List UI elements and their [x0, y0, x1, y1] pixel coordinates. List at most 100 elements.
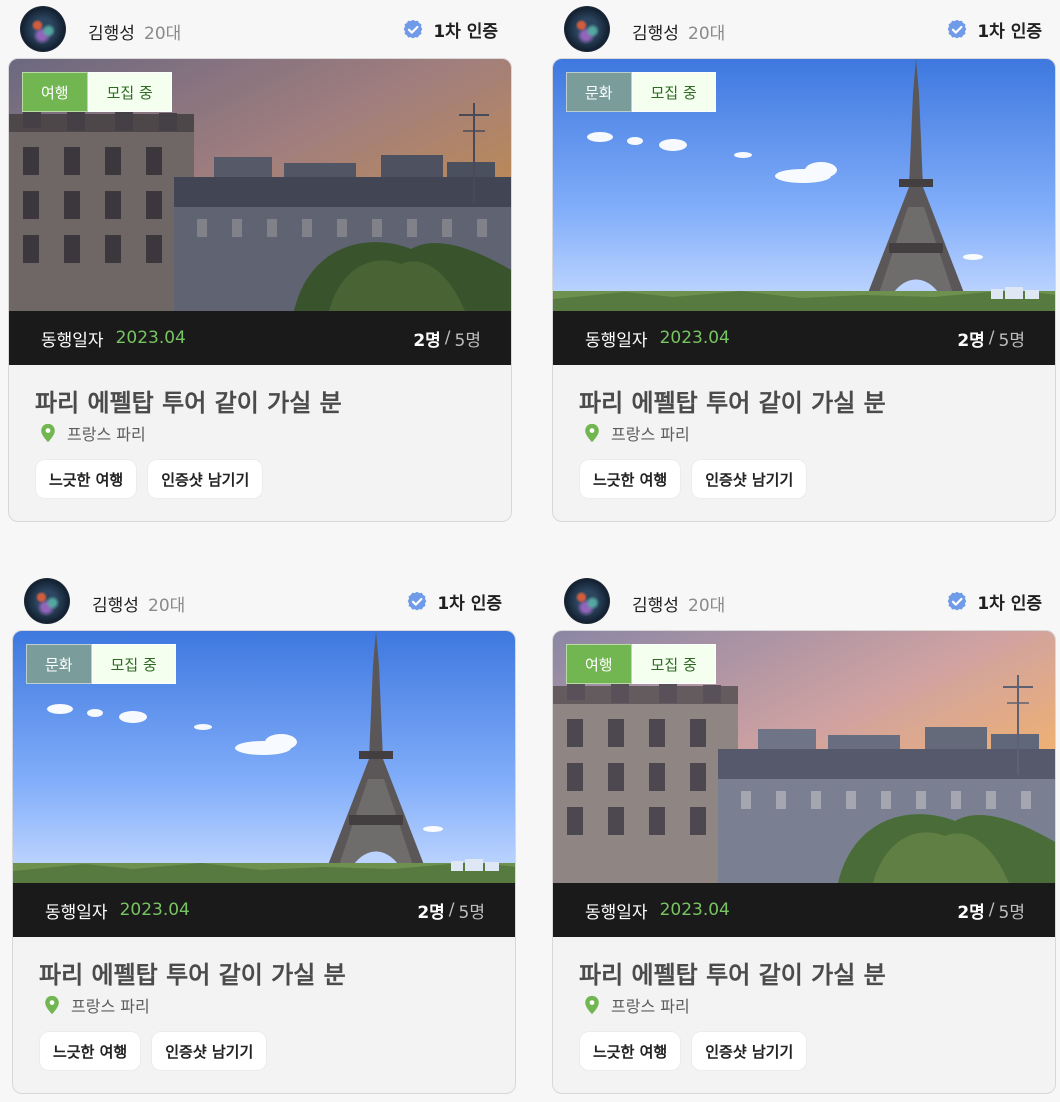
tag-chip[interactable]: 인증샷 남기기: [147, 459, 264, 499]
post-title: 파리 에펠탑 투어 같이 가실 분: [579, 389, 886, 417]
date-label: 동행일자: [585, 902, 648, 923]
date-value: 2023.04: [659, 328, 730, 348]
author-age: 20대: [688, 596, 726, 616]
verified-badge-icon: [404, 19, 423, 38]
recruiting-status: 모집 중: [87, 72, 172, 112]
travel-info-bar: 동행일자 2023.04 2명 / 5명: [553, 311, 1055, 365]
photo-tags: 여행 모집 중: [22, 72, 172, 112]
participants-separator: /: [988, 900, 995, 920]
tag-chip[interactable]: 느긋한 여행: [35, 459, 138, 499]
author-name: 김행성: [88, 24, 135, 44]
author-name: 김행성: [92, 596, 139, 616]
author-age: 20대: [144, 24, 182, 44]
category-tag: 여행: [566, 644, 632, 684]
trip-photo: 문화 모집 중: [13, 631, 515, 883]
location: 프랑스 파리: [581, 421, 690, 445]
category-tag: 문화: [26, 644, 92, 684]
verification-label: 1차 인증: [977, 594, 1042, 614]
avatar[interactable]: [564, 6, 610, 52]
max-participants: 5명: [458, 902, 485, 923]
recruiting-status: 모집 중: [91, 644, 176, 684]
verification-badge: 1차 인증: [945, 589, 1042, 614]
participants-count: 2명 / 5명: [413, 326, 481, 351]
trip-photo: 여행 모집 중: [553, 631, 1055, 883]
author-age: 20대: [688, 24, 726, 44]
current-participants: 2명: [957, 330, 985, 351]
participants-separator: /: [444, 328, 451, 348]
post-title: 파리 에펠탑 투어 같이 가실 분: [39, 961, 346, 989]
post-title: 파리 에펠탑 투어 같이 가실 분: [579, 961, 886, 989]
recruit-card-1[interactable]: 김행성 20대 1차 인증 문화 모집 중 동행일자 2023.04 2명 / …: [552, 0, 1056, 522]
trip-photo: 여행 모집 중: [9, 59, 511, 311]
location-pin-icon: [41, 423, 55, 443]
date-value: 2023.04: [659, 900, 730, 920]
tag-chip[interactable]: 느긋한 여행: [39, 1031, 142, 1071]
location-pin-icon: [585, 995, 599, 1015]
verification-label: 1차 인증: [977, 22, 1042, 42]
author-row: 김행성 20대 1차 인증: [12, 572, 516, 630]
hashtags: 느긋한 여행 인증샷 남기기: [35, 459, 264, 499]
current-participants: 2명: [957, 902, 985, 923]
location-text: 프랑스 파리: [611, 425, 690, 444]
author-row: 김행성 20대 1차 인증: [552, 572, 1056, 630]
verification-badge: 1차 인증: [405, 589, 502, 614]
participants-separator: /: [988, 328, 995, 348]
location: 프랑스 파리: [41, 993, 150, 1017]
verification-badge: 1차 인증: [401, 17, 498, 42]
tag-chip[interactable]: 인증샷 남기기: [691, 1031, 808, 1071]
location: 프랑스 파리: [581, 993, 690, 1017]
travel-date: 동행일자 2023.04: [585, 326, 730, 351]
avatar[interactable]: [20, 6, 66, 52]
travel-info-bar: 동행일자 2023.04 2명 / 5명: [13, 883, 515, 937]
tag-chip[interactable]: 느긋한 여행: [579, 1031, 682, 1071]
participants-count: 2명 / 5명: [957, 898, 1025, 923]
photo-tags: 여행 모집 중: [566, 644, 716, 684]
participants-count: 2명 / 5명: [957, 326, 1025, 351]
hashtags: 느긋한 여행 인증샷 남기기: [39, 1031, 268, 1071]
max-participants: 5명: [454, 330, 481, 351]
author-age: 20대: [148, 596, 186, 616]
recruit-card[interactable]: 여행 모집 중 동행일자 2023.04 2명 / 5명 파리 에펠탑 투어 같…: [552, 630, 1056, 1094]
location-text: 프랑스 파리: [67, 425, 146, 444]
date-label: 동행일자: [585, 330, 648, 351]
travel-date: 동행일자 2023.04: [585, 898, 730, 923]
category-tag: 문화: [566, 72, 632, 112]
hashtags: 느긋한 여행 인증샷 남기기: [579, 459, 808, 499]
verified-badge-icon: [948, 19, 967, 38]
tag-chip[interactable]: 인증샷 남기기: [691, 459, 808, 499]
recruit-card-2[interactable]: 김행성 20대 1차 인증 문화 모집 중 동행일자 2023.04 2명 / …: [12, 572, 516, 1094]
location-pin-icon: [585, 423, 599, 443]
tag-chip[interactable]: 느긋한 여행: [579, 459, 682, 499]
author-name: 김행성: [632, 24, 679, 44]
current-participants: 2명: [413, 330, 441, 351]
date-value: 2023.04: [119, 900, 190, 920]
location-text: 프랑스 파리: [71, 997, 150, 1016]
location-pin-icon: [45, 995, 59, 1015]
current-participants: 2명: [417, 902, 445, 923]
trip-photo: 문화 모집 중: [553, 59, 1055, 311]
recruit-card[interactable]: 여행 모집 중 동행일자 2023.04 2명 / 5명 파리 에펠탑 투어 같…: [8, 58, 512, 522]
photo-tags: 문화 모집 중: [26, 644, 176, 684]
travel-date: 동행일자 2023.04: [45, 898, 190, 923]
max-participants: 5명: [998, 330, 1025, 351]
verification-label: 1차 인증: [433, 22, 498, 42]
recruit-card-0[interactable]: 김행성 20대 1차 인증 여행 모집 중 동행일자 2023.04 2명 / …: [8, 0, 512, 522]
avatar[interactable]: [24, 578, 70, 624]
verification-label: 1차 인증: [437, 594, 502, 614]
participants-separator: /: [448, 900, 455, 920]
travel-info-bar: 동행일자 2023.04 2명 / 5명: [9, 311, 511, 365]
recruit-card-3[interactable]: 김행성 20대 1차 인증 여행 모집 중 동행일자 2023.04 2명 / …: [552, 572, 1056, 1094]
max-participants: 5명: [998, 902, 1025, 923]
recruit-card[interactable]: 문화 모집 중 동행일자 2023.04 2명 / 5명 파리 에펠탑 투어 같…: [552, 58, 1056, 522]
recruit-card[interactable]: 문화 모집 중 동행일자 2023.04 2명 / 5명 파리 에펠탑 투어 같…: [12, 630, 516, 1094]
date-label: 동행일자: [45, 902, 108, 923]
date-label: 동행일자: [41, 330, 104, 351]
avatar[interactable]: [564, 578, 610, 624]
recruiting-status: 모집 중: [631, 72, 716, 112]
category-tag: 여행: [22, 72, 88, 112]
recruiting-status: 모집 중: [631, 644, 716, 684]
travel-date: 동행일자 2023.04: [41, 326, 186, 351]
post-title: 파리 에펠탑 투어 같이 가실 분: [35, 389, 342, 417]
tag-chip[interactable]: 인증샷 남기기: [151, 1031, 268, 1071]
photo-tags: 문화 모집 중: [566, 72, 716, 112]
